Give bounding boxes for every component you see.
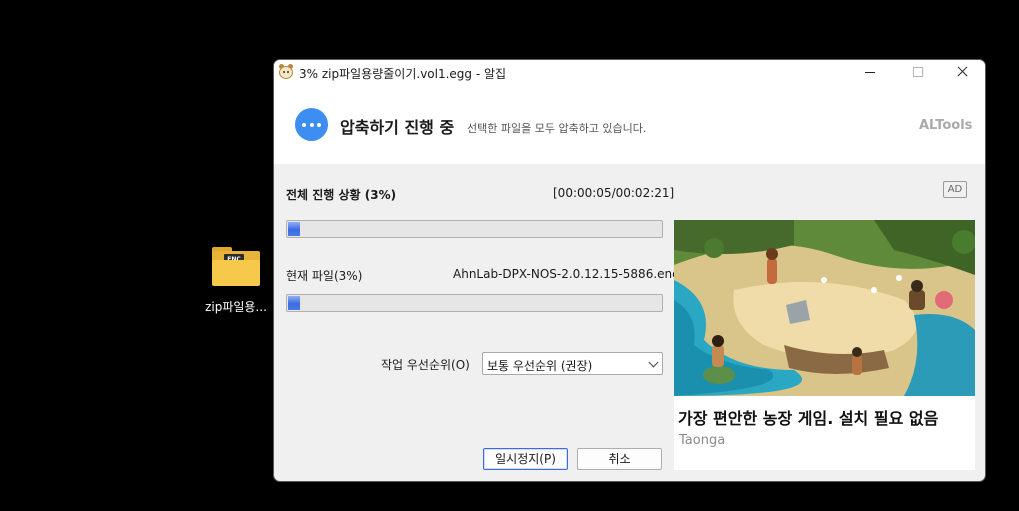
altools-brand: ALTools — [919, 118, 973, 133]
desktop-file-label: zip파일용... — [205, 300, 267, 314]
overall-progress-bar — [286, 220, 663, 238]
overall-progress-label: 전체 진행 상황 (3%) — [286, 188, 397, 202]
ad-source[interactable]: Taonga — [679, 433, 725, 448]
desktop-file-icon[interactable]: ENC zip파일용... — [200, 244, 272, 315]
maximize-icon — [913, 67, 923, 77]
header-title: 압축하기 진행 중 — [340, 118, 455, 137]
priority-label: 작업 우선순위(O) — [381, 358, 470, 372]
ad-card[interactable]: 가장 편안한 농장 게임. 설치 필요 없음 Taonga — [674, 220, 975, 470]
current-file-progress-bar — [286, 294, 663, 312]
current-file-progress-label: 현재 파일(3%) — [286, 269, 363, 283]
alzip-progress-window: 3% zip파일용량줄이기.vol1.egg - 알집 압축하기 진행 중 선택… — [273, 59, 986, 482]
maximize-button — [894, 60, 940, 84]
elapsed-remaining-time: [00:00:05/00:02:21] — [553, 186, 675, 200]
header-subtitle: 선택한 파일을 모두 압축하고 있습니다. — [467, 122, 647, 135]
priority-dropdown[interactable]: 보통 우선순위 (권장) — [482, 352, 663, 375]
title-bar[interactable]: 3% zip파일용량줄이기.vol1.egg - 알집 — [274, 60, 985, 84]
priority-selected-value: 보통 우선순위 (권장) — [487, 359, 593, 373]
chevron-down-icon — [648, 357, 659, 368]
ad-game-image[interactable] — [674, 220, 975, 396]
minimize-button[interactable] — [847, 60, 893, 84]
current-file-name: AhnLab-DPX-NOS-2.0.12.15-5886.enc — [453, 267, 679, 281]
close-button[interactable] — [940, 60, 985, 84]
current-file-progress-fill — [288, 296, 301, 310]
window-title: 3% zip파일용량줄이기.vol1.egg - 알집 — [299, 67, 507, 81]
header-banner: 압축하기 진행 중 선택한 파일을 모두 압축하고 있습니다. ALTools — [274, 84, 985, 164]
in-progress-icon — [295, 108, 328, 141]
alzip-logo-icon — [278, 64, 294, 80]
pause-button[interactable]: 일시정지(P) — [483, 448, 568, 470]
ad-headline[interactable]: 가장 편안한 농장 게임. 설치 필요 없음 — [678, 405, 938, 429]
cancel-button[interactable]: 취소 — [577, 448, 662, 470]
ad-badge[interactable]: AD — [943, 181, 967, 198]
minimize-icon — [865, 72, 875, 73]
folder-icon: ENC — [211, 244, 261, 286]
overall-progress-fill — [288, 222, 301, 236]
desktop: ENC zip파일용... 3% zip파일용량줄이기.vol1.egg - 알… — [0, 0, 1019, 511]
